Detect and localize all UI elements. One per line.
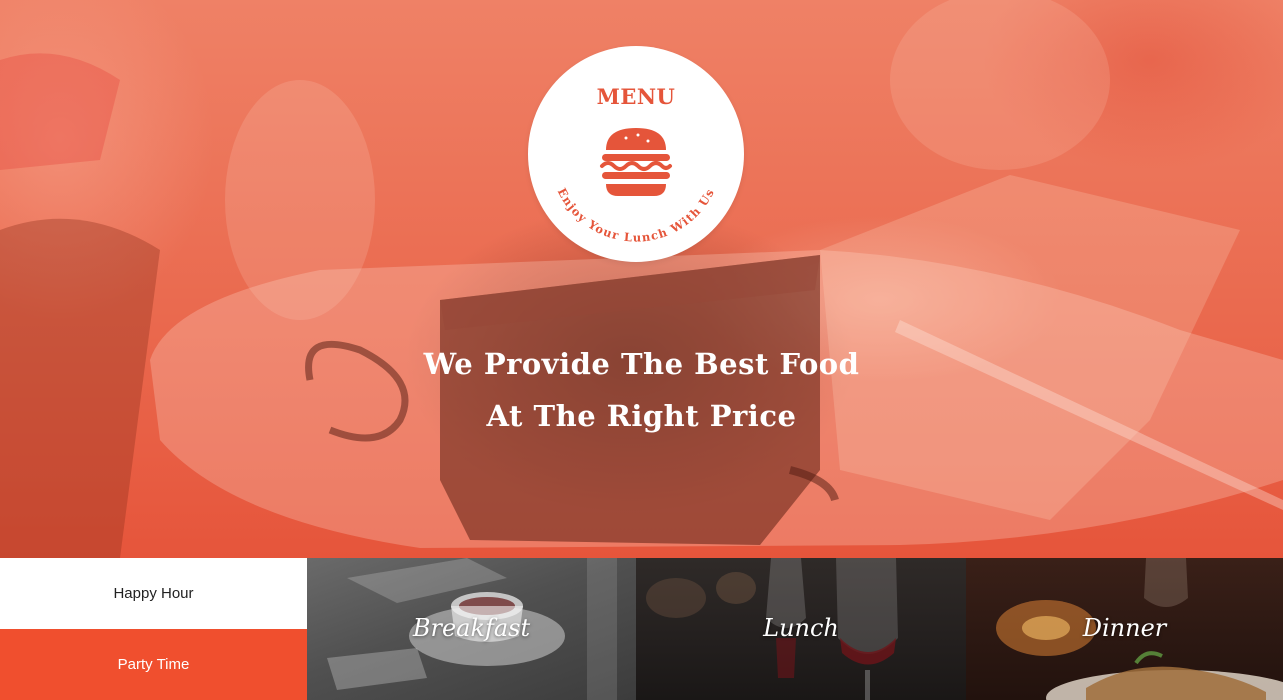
menu-badge-tagline: Enjoy Your Lunch With Us	[555, 186, 718, 245]
hero-headline-line2: At The	[486, 399, 607, 433]
tab-party-time-label: Party Time	[117, 656, 190, 673]
lunch-tile-label: Lunch	[763, 614, 839, 642]
tab-happy-hour[interactable]: Happy Hour	[0, 558, 307, 629]
tab-happy-hour-label: Happy Hour	[113, 585, 194, 602]
menu-tabs: Happy Hour Party Time	[0, 558, 307, 700]
hero-headline-emphasis: Right Price	[606, 399, 797, 433]
dinner-tile[interactable]: Dinner	[966, 558, 1283, 700]
hero-headline: We Provide The Best Food At The Right Pr…	[0, 338, 1283, 442]
hero-headline-line1: We Provide The Best Food	[423, 347, 860, 381]
breakfast-tile-label: Breakfast	[412, 614, 531, 642]
tab-party-time[interactable]: Party Time	[0, 629, 307, 700]
menu-badge[interactable]: MENU Enjoy Your Lunch With Us	[528, 46, 744, 262]
dinner-tile-label: Dinner	[1082, 614, 1167, 642]
svg-text:Enjoy Your Lunch With Us: Enjoy Your Lunch With Us	[555, 186, 718, 245]
lunch-tile[interactable]: Lunch	[636, 558, 966, 700]
hero-banner: MENU Enjoy Your Lunch With Us We Provide…	[0, 0, 1283, 558]
breakfast-tile[interactable]: Breakfast	[307, 558, 636, 700]
menu-badge-tagline-text: Enjoy Your Lunch With Us	[555, 186, 716, 245]
